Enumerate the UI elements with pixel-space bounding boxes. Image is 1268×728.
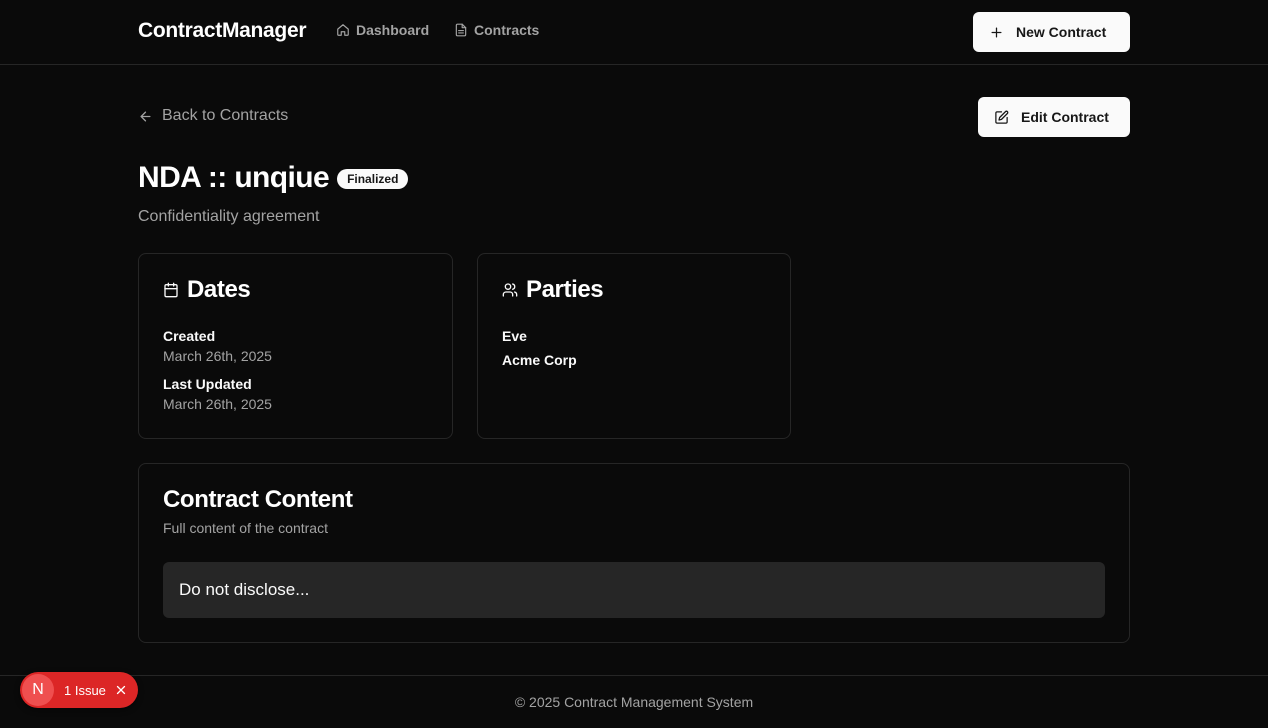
status-badge: Finalized (337, 169, 409, 189)
calendar-icon (164, 282, 178, 298)
home-icon (337, 24, 349, 36)
back-to-contracts-link[interactable]: Back to Contracts (138, 107, 288, 125)
created-value: March 26th, 2025 (163, 348, 272, 364)
nav-dashboard-link[interactable]: Dashboard (336, 22, 429, 38)
new-contract-label: New Contract (1016, 24, 1107, 40)
contract-body: Do not disclose... (163, 562, 1105, 618)
edit-contract-label: Edit Contract (1021, 109, 1109, 125)
close-icon[interactable] (114, 683, 128, 697)
top-navbar: ContractManager Dashboard Contracts New … (0, 0, 1268, 65)
nav-contracts-link[interactable]: Contracts (454, 22, 539, 38)
edit-contract-button[interactable]: Edit Contract (978, 97, 1130, 137)
plus-icon (991, 27, 1002, 37)
created-label: Created (163, 328, 216, 344)
title-row: NDA :: unqiue Finalized (138, 161, 409, 195)
nextjs-logo-icon[interactable]: N (22, 674, 54, 706)
parties-card-title: Parties (526, 276, 604, 303)
page-title: NDA :: unqiue (138, 161, 330, 194)
contract-content-card: Contract Content Full content of the con… (138, 463, 1130, 643)
new-contract-button[interactable]: New Contract (973, 12, 1130, 52)
last-updated-value: March 26th, 2025 (163, 396, 272, 412)
content-card-title: Contract Content (163, 486, 353, 513)
content-card-subtitle: Full content of the contract (163, 520, 328, 536)
dates-card-title: Dates (187, 276, 251, 303)
page-description: Confidentiality agreement (138, 208, 320, 225)
file-text-icon (455, 23, 467, 37)
nav-contracts-label: Contracts (474, 22, 540, 38)
dates-card: Dates Created March 26th, 2025 Last Upda… (138, 253, 453, 439)
parties-card: Parties Eve Acme Corp (477, 253, 791, 439)
edit-icon (995, 110, 1009, 124)
footer-text: © 2025 Contract Management System (514, 694, 754, 710)
dev-issues-pill[interactable]: N 1 Issue (20, 672, 138, 708)
back-label: Back to Contracts (162, 107, 289, 124)
issues-count[interactable]: 1 Issue (64, 683, 106, 698)
users-icon (502, 283, 518, 297)
arrow-left-icon (140, 111, 151, 121)
nav-dashboard-label: Dashboard (356, 22, 430, 38)
party-item: Acme Corp (502, 352, 577, 368)
page-footer: © 2025 Contract Management System (0, 675, 1268, 728)
party-item: Eve (502, 328, 527, 344)
brand-logo[interactable]: ContractManager (138, 19, 307, 43)
last-updated-label: Last Updated (163, 376, 252, 392)
